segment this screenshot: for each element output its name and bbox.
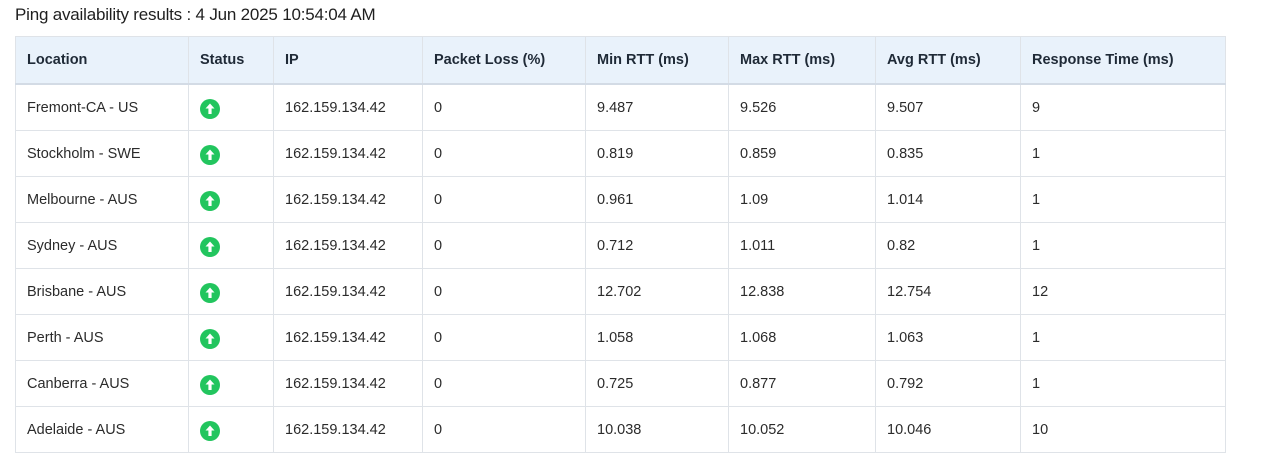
cell-ip: 162.159.134.42 [273,314,423,361]
table-header: Location Status IP Packet Loss (%) Min R… [15,36,1226,85]
cell-response-time: 1 [1020,130,1226,177]
column-header-min-rtt[interactable]: Min RTT (ms) [585,36,729,85]
cell-avg-rtt: 0.792 [875,360,1021,407]
cell-status [188,130,274,177]
cell-status [188,360,274,407]
cell-response-time: 1 [1020,360,1226,407]
cell-ip: 162.159.134.42 [273,130,423,177]
cell-location: Adelaide - AUS [15,406,189,453]
column-header-location[interactable]: Location [15,36,189,85]
cell-status [188,268,274,315]
cell-max-rtt: 1.011 [728,222,876,269]
title-label: Ping availability results : [15,5,192,24]
cell-ip: 162.159.134.42 [273,83,423,131]
cell-max-rtt: 12.838 [728,268,876,315]
cell-avg-rtt: 1.063 [875,314,1021,361]
up-arrow-icon [200,237,220,257]
table-row: Adelaide - AUS 162.159.134.42 0 10.038 10.05… [15,406,1226,453]
cell-packet-loss: 0 [422,406,586,453]
cell-min-rtt: 12.702 [585,268,729,315]
cell-response-time: 1 [1020,176,1226,223]
cell-packet-loss: 0 [422,222,586,269]
cell-ip: 162.159.134.42 [273,268,423,315]
cell-response-time: 9 [1020,83,1226,131]
column-header-response-time[interactable]: Response Time (ms) [1020,36,1226,85]
cell-location: Fremont-CA - US [15,83,189,131]
table-row: Stockholm - SWE 162.159.134.42 0 0.819 0.859… [15,130,1226,177]
cell-min-rtt: 9.487 [585,83,729,131]
cell-response-time: 12 [1020,268,1226,315]
cell-ip: 162.159.134.42 [273,176,423,223]
cell-avg-rtt: 1.014 [875,176,1021,223]
table-row: Fremont-CA - US 162.159.134.42 0 9.487 9.526… [15,83,1226,131]
cell-avg-rtt: 9.507 [875,83,1021,131]
cell-ip: 162.159.134.42 [273,360,423,407]
cell-response-time: 1 [1020,222,1226,269]
cell-max-rtt: 1.09 [728,176,876,223]
cell-packet-loss: 0 [422,360,586,407]
cell-location: Sydney - AUS [15,222,189,269]
cell-min-rtt: 0.961 [585,176,729,223]
cell-status [188,314,274,361]
table-row: Brisbane - AUS 162.159.134.42 0 12.702 12.83… [15,268,1226,315]
cell-min-rtt: 0.712 [585,222,729,269]
up-arrow-icon [200,191,220,211]
up-arrow-icon [200,329,220,349]
cell-min-rtt: 10.038 [585,406,729,453]
column-header-status[interactable]: Status [188,36,274,85]
cell-avg-rtt: 0.82 [875,222,1021,269]
cell-response-time: 1 [1020,314,1226,361]
cell-ip: 162.159.134.42 [273,222,423,269]
cell-location: Canberra - AUS [15,360,189,407]
cell-max-rtt: 10.052 [728,406,876,453]
cell-ip: 162.159.134.42 [273,406,423,453]
header-row: Location Status IP Packet Loss (%) Min R… [15,36,1226,85]
cell-location: Stockholm - SWE [15,130,189,177]
cell-avg-rtt: 0.835 [875,130,1021,177]
table-body: Fremont-CA - US 162.159.134.42 0 9.487 9.526… [15,83,1226,453]
cell-status [188,222,274,269]
cell-min-rtt: 1.058 [585,314,729,361]
up-arrow-icon [200,99,220,119]
cell-max-rtt: 0.859 [728,130,876,177]
cell-status [188,176,274,223]
cell-max-rtt: 1.068 [728,314,876,361]
up-arrow-icon [200,421,220,441]
column-header-avg-rtt[interactable]: Avg RTT (ms) [875,36,1021,85]
cell-status [188,83,274,131]
cell-max-rtt: 9.526 [728,83,876,131]
column-header-packet-loss[interactable]: Packet Loss (%) [422,36,586,85]
cell-avg-rtt: 12.754 [875,268,1021,315]
cell-packet-loss: 0 [422,314,586,361]
ping-results-table: Location Status IP Packet Loss (%) Min R… [15,36,1226,453]
table-row: Sydney - AUS 162.159.134.42 0 0.712 1.011 0.8… [15,222,1226,269]
cell-packet-loss: 0 [422,268,586,315]
cell-packet-loss: 0 [422,83,586,131]
cell-packet-loss: 0 [422,130,586,177]
cell-avg-rtt: 10.046 [875,406,1021,453]
cell-max-rtt: 0.877 [728,360,876,407]
cell-response-time: 10 [1020,406,1226,453]
cell-status [188,406,274,453]
cell-packet-loss: 0 [422,176,586,223]
table-row: Melbourne - AUS 162.159.134.42 0 0.961 1.09 1… [15,176,1226,223]
column-header-max-rtt[interactable]: Max RTT (ms) [728,36,876,85]
up-arrow-icon [200,375,220,395]
cell-location: Brisbane - AUS [15,268,189,315]
up-arrow-icon [200,283,220,303]
cell-min-rtt: 0.725 [585,360,729,407]
cell-location: Melbourne - AUS [15,176,189,223]
column-header-ip[interactable]: IP [273,36,423,85]
table-row: Perth - AUS 162.159.134.42 0 1.058 1.068 1.06… [15,314,1226,361]
page-title: Ping availability results : 4 Jun 2025 1… [15,5,376,25]
table-row: Canberra - AUS 162.159.134.42 0 0.725 0.877 0… [15,360,1226,407]
ping-results-page: Ping availability results : 4 Jun 2025 1… [0,0,1265,475]
cell-min-rtt: 0.819 [585,130,729,177]
cell-location: Perth - AUS [15,314,189,361]
title-timestamp: 4 Jun 2025 10:54:04 AM [195,5,376,24]
up-arrow-icon [200,145,220,165]
